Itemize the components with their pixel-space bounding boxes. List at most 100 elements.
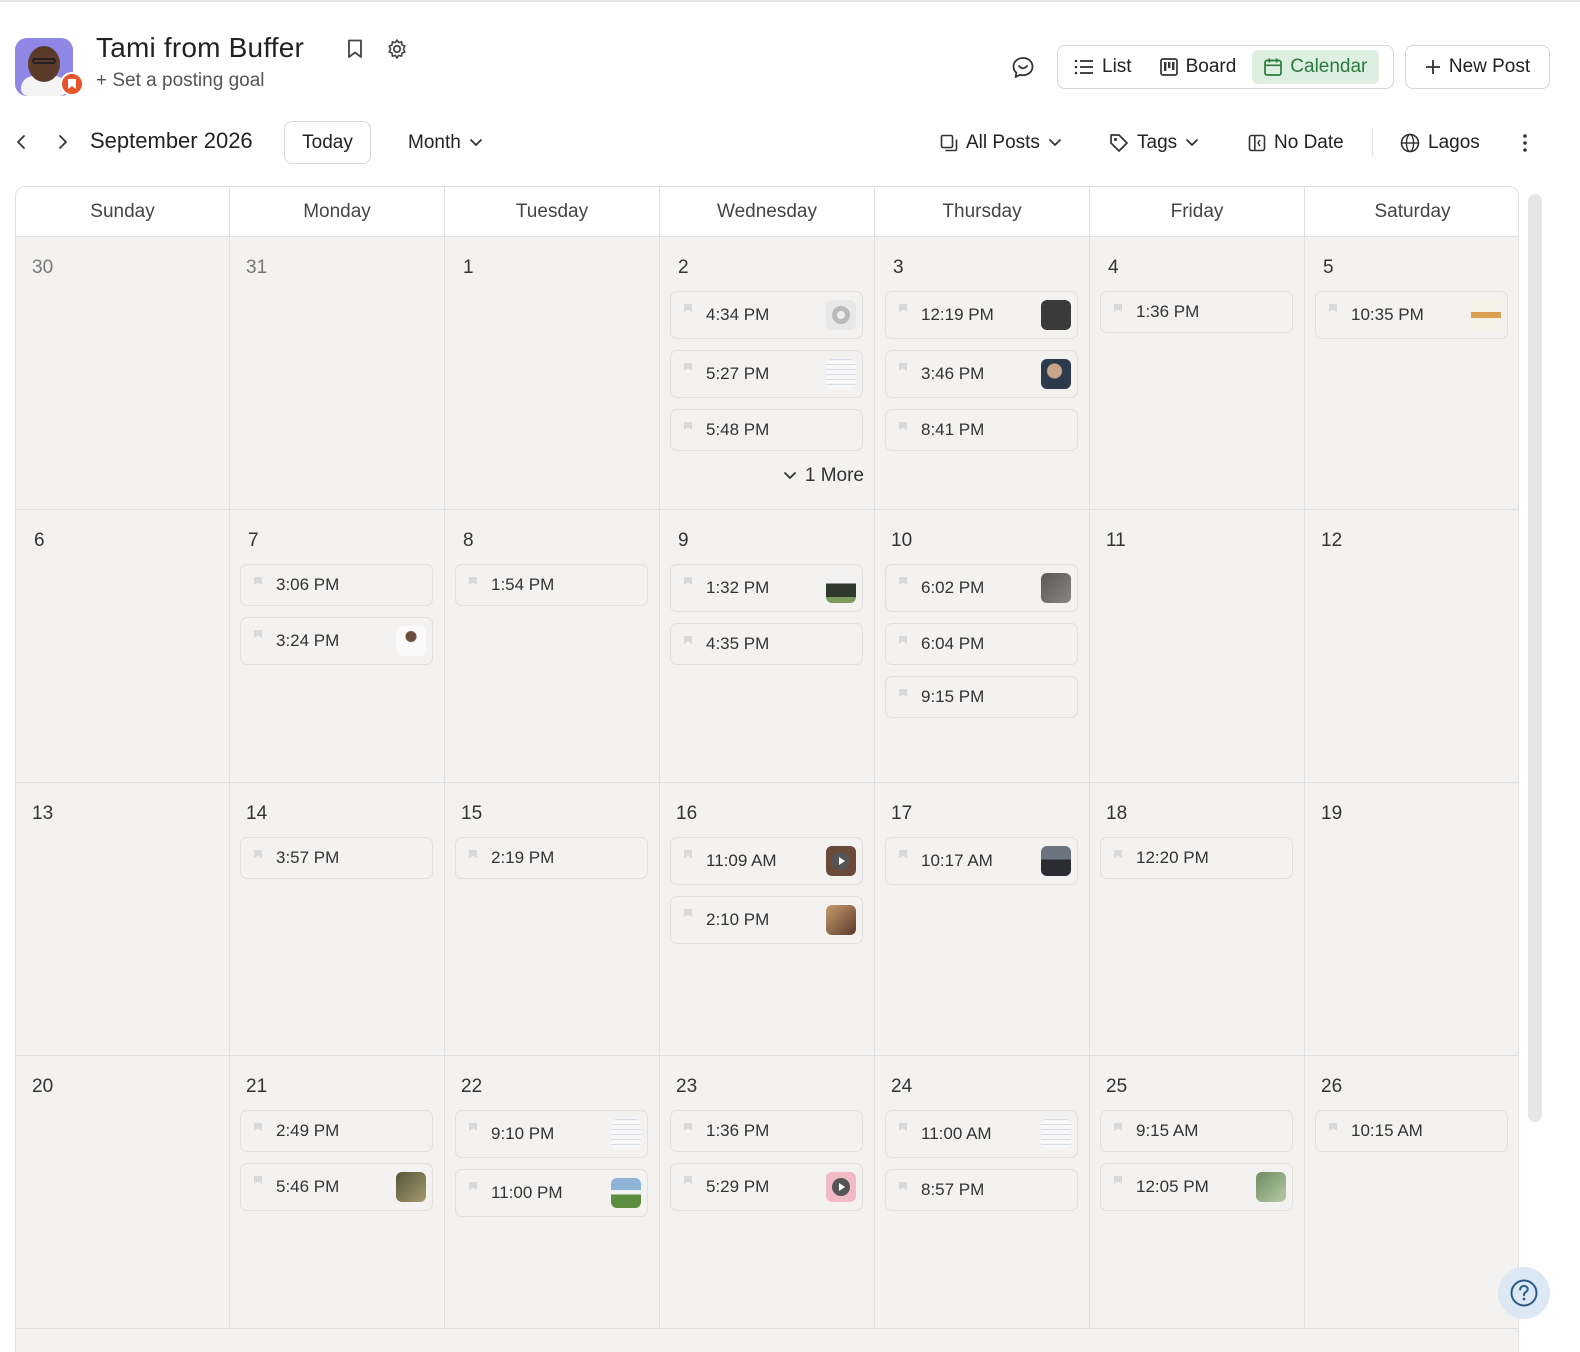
- post-time: 1:36 PM: [1136, 302, 1200, 321]
- day-number: 5: [1323, 257, 1334, 278]
- calendar-day-cell[interactable]: 20: [16, 1056, 230, 1329]
- scheduled-post-card[interactable]: 1:54 PM: [455, 564, 648, 606]
- posting-goal-link[interactable]: + Set a posting goal: [96, 70, 265, 92]
- post-time: 12:05 PM: [1136, 1177, 1209, 1196]
- scheduled-post-card[interactable]: 4:35 PM: [670, 623, 863, 665]
- calendar-day-cell[interactable]: 3 12:19 PM 3:46 PM 8:41 PM: [875, 237, 1090, 510]
- calendar-day-cell[interactable]: 21 2:49 PM 5:46 PM: [230, 1056, 445, 1329]
- calendar-day-cell[interactable]: 17 10:17 AM: [875, 783, 1090, 1056]
- calendar-day-cell[interactable]: 10 6:02 PM 6:04 PM 9:15 PM: [875, 510, 1090, 783]
- channel-avatar[interactable]: [15, 38, 84, 96]
- bookmark-icon[interactable]: [344, 38, 366, 60]
- day-number: 22: [461, 1076, 483, 1097]
- calendar-day-cell[interactable]: 12: [1305, 510, 1518, 783]
- calendar-day-cell[interactable]: 8 1:54 PM: [445, 510, 660, 783]
- play-icon: [832, 1178, 850, 1196]
- view-calendar-button[interactable]: Calendar: [1252, 50, 1380, 84]
- scheduled-post-card[interactable]: 5:29 PM: [670, 1163, 863, 1211]
- post-time: 1:36 PM: [706, 1121, 770, 1140]
- view-board-button[interactable]: Board: [1148, 50, 1249, 84]
- range-select[interactable]: Month: [408, 128, 483, 158]
- scheduled-post-card[interactable]: 11:09 AM: [670, 837, 863, 885]
- calendar-day-cell[interactable]: 25 9:15 AM 12:05 PM: [1090, 1056, 1305, 1329]
- today-button[interactable]: Today: [284, 121, 371, 164]
- timezone-button[interactable]: Lagos: [1400, 128, 1480, 158]
- scheduled-post-card[interactable]: 11:00 AM: [885, 1110, 1078, 1158]
- calendar-day-cell[interactable]: 6: [16, 510, 230, 783]
- scheduled-post-card[interactable]: 9:15 PM: [885, 676, 1078, 718]
- new-post-button[interactable]: New Post: [1405, 45, 1550, 89]
- chevron-right-icon[interactable]: [51, 130, 75, 154]
- day-number: 13: [32, 803, 54, 824]
- day-number: 26: [1321, 1076, 1343, 1097]
- calendar-day-cell[interactable]: 31: [230, 237, 445, 510]
- post-thumbnail: [826, 300, 856, 330]
- post-thumbnail: [611, 1178, 641, 1208]
- all-posts-filter[interactable]: All Posts: [940, 128, 1062, 158]
- scheduled-post-card[interactable]: 3:06 PM: [240, 564, 433, 606]
- feedback-icon[interactable]: [1010, 55, 1036, 81]
- show-more-label: 1 More: [804, 465, 864, 486]
- calendar-day-cell[interactable]: 16 11:09 AM 2:10 PM: [660, 783, 875, 1056]
- scheduled-post-card[interactable]: 12:20 PM: [1100, 837, 1293, 879]
- scheduled-post-card[interactable]: 1:36 PM: [1100, 291, 1293, 333]
- view-calendar-label: Calendar: [1290, 56, 1368, 77]
- calendar-day-cell[interactable]: 24 11:00 AM 8:57 PM: [875, 1056, 1090, 1329]
- scheduled-post-card[interactable]: 9:15 AM: [1100, 1110, 1293, 1152]
- scheduled-post-card[interactable]: 12:19 PM: [885, 291, 1078, 339]
- scheduled-post-card[interactable]: 9:10 PM: [455, 1110, 648, 1158]
- calendar-day-cell[interactable]: 7 3:06 PM 3:24 PM: [230, 510, 445, 783]
- scheduled-post-card[interactable]: 2:49 PM: [240, 1110, 433, 1152]
- calendar-day-cell[interactable]: 14 3:57 PM: [230, 783, 445, 1056]
- no-date-button[interactable]: No Date: [1248, 128, 1344, 158]
- calendar-day-cell[interactable]: 26 10:15 AM: [1305, 1056, 1518, 1329]
- calendar-day-cell[interactable]: 19: [1305, 783, 1518, 1056]
- day-number: 18: [1106, 803, 1128, 824]
- day-number: 24: [891, 1076, 913, 1097]
- scheduled-post-card[interactable]: 1:32 PM: [670, 564, 863, 612]
- calendar-day-cell[interactable]: 5 10:35 PM: [1305, 237, 1518, 510]
- show-more-button[interactable]: 1 More: [783, 465, 864, 487]
- calendar-day-cell[interactable]: 4 1:36 PM: [1090, 237, 1305, 510]
- scheduled-post-card[interactable]: 5:48 PM: [670, 409, 863, 451]
- scheduled-post-card[interactable]: 10:35 PM: [1315, 291, 1508, 339]
- scheduled-post-card[interactable]: 3:24 PM: [240, 617, 433, 665]
- calendar-day-cell[interactable]: 23 1:36 PM 5:29 PM: [660, 1056, 875, 1329]
- view-list-button[interactable]: List: [1062, 50, 1144, 84]
- calendar-day-cell[interactable]: 15 2:19 PM: [445, 783, 660, 1056]
- bookmark-icon: [254, 630, 262, 638]
- help-button[interactable]: [1498, 1267, 1550, 1319]
- kebab-icon[interactable]: [1522, 128, 1528, 158]
- calendar-day-cell[interactable]: 9 1:32 PM 4:35 PM: [660, 510, 875, 783]
- calendar-day-cell[interactable]: 2 4:34 PM 5:27 PM 5:48 PM 1 More: [660, 237, 875, 510]
- scheduled-post-card[interactable]: 6:02 PM: [885, 564, 1078, 612]
- scheduled-post-card[interactable]: 3:46 PM: [885, 350, 1078, 398]
- scheduled-post-card[interactable]: 2:10 PM: [670, 896, 863, 944]
- tags-filter[interactable]: Tags: [1109, 128, 1199, 158]
- calendar-day-cell[interactable]: 22 9:10 PM 11:00 PM: [445, 1056, 660, 1329]
- scheduled-post-card[interactable]: 12:05 PM: [1100, 1163, 1293, 1211]
- bookmark-icon: [1114, 304, 1122, 312]
- scheduled-post-card[interactable]: 10:15 AM: [1315, 1110, 1508, 1152]
- scheduled-post-card[interactable]: 10:17 AM: [885, 837, 1078, 885]
- gear-icon[interactable]: [386, 38, 408, 60]
- scheduled-post-card[interactable]: 5:46 PM: [240, 1163, 433, 1211]
- scheduled-post-card[interactable]: 2:19 PM: [455, 837, 648, 879]
- bookmark-icon: [684, 304, 692, 312]
- scheduled-post-card[interactable]: 4:34 PM: [670, 291, 863, 339]
- scheduled-post-card[interactable]: 8:41 PM: [885, 409, 1078, 451]
- scheduled-post-card[interactable]: 3:57 PM: [240, 837, 433, 879]
- scheduled-post-card[interactable]: 11:00 PM: [455, 1169, 648, 1217]
- calendar-day-cell[interactable]: 1: [445, 237, 660, 510]
- calendar-day-cell[interactable]: 30: [16, 237, 230, 510]
- scheduled-post-card[interactable]: 5:27 PM: [670, 350, 863, 398]
- scheduled-post-card[interactable]: 6:04 PM: [885, 623, 1078, 665]
- calendar-day-cell[interactable]: 18 12:20 PM: [1090, 783, 1305, 1056]
- calendar-scrollbar[interactable]: [1528, 194, 1542, 1122]
- scheduled-post-card[interactable]: 1:36 PM: [670, 1110, 863, 1152]
- scheduled-post-card[interactable]: 8:57 PM: [885, 1169, 1078, 1211]
- calendar-day-cell[interactable]: 11: [1090, 510, 1305, 783]
- weekday-label: Wednesday: [660, 187, 875, 237]
- calendar-day-cell[interactable]: 13: [16, 783, 230, 1056]
- chevron-left-icon[interactable]: [9, 130, 33, 154]
